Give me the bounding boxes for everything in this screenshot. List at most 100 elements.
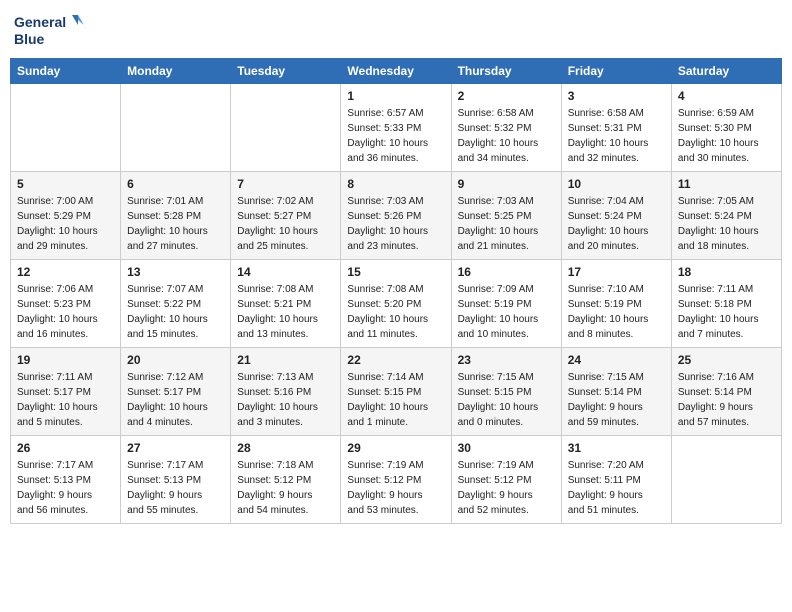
- calendar-cell: 30 Sunrise: 7:19 AM Sunset: 5:12 PM Dayli…: [451, 436, 561, 524]
- calendar-cell: 1 Sunrise: 6:57 AM Sunset: 5:33 PM Daylig…: [341, 84, 451, 172]
- logo: General Blue: [14, 10, 84, 50]
- day-number: 29: [347, 441, 444, 455]
- calendar-cell: 12Sunrise: 7:06 AM Sunset: 5:23 PM Dayli…: [11, 260, 121, 348]
- calendar-week-row: 5 Sunrise: 7:00 AM Sunset: 5:29 PM Daylig…: [11, 172, 782, 260]
- calendar-cell: 13 Sunrise: 7:07 AM Sunset: 5:22 PM Dayli…: [121, 260, 231, 348]
- page-header: General Blue: [10, 10, 782, 50]
- calendar-cell: [671, 436, 781, 524]
- calendar-cell: 3Sunrise: 6:58 AM Sunset: 5:31 PM Daylig…: [561, 84, 671, 172]
- calendar-week-row: 12Sunrise: 7:06 AM Sunset: 5:23 PM Dayli…: [11, 260, 782, 348]
- calendar-cell: 27 Sunrise: 7:17 AM Sunset: 5:13 PM Dayli…: [121, 436, 231, 524]
- day-info: Sunrise: 6:59 AM Sunset: 5:30 PM Dayligh…: [678, 106, 775, 166]
- day-number: 9: [458, 177, 555, 191]
- day-info: Sunrise: 7:00 AM Sunset: 5:29 PM Dayligh…: [17, 194, 114, 254]
- day-number: 13: [127, 265, 224, 279]
- day-info: Sunrise: 6:58 AM Sunset: 5:31 PM Dayligh…: [568, 106, 665, 166]
- calendar-cell: 25Sunrise: 7:16 AM Sunset: 5:14 PM Dayli…: [671, 348, 781, 436]
- day-number: 22: [347, 353, 444, 367]
- day-info: Sunrise: 7:14 AM Sunset: 5:15 PM Dayligh…: [347, 370, 444, 430]
- calendar-cell: 18 Sunrise: 7:11 AM Sunset: 5:18 PM Dayli…: [671, 260, 781, 348]
- day-number: 6: [127, 177, 224, 191]
- day-info: Sunrise: 6:58 AM Sunset: 5:32 PM Dayligh…: [458, 106, 555, 166]
- day-info: Sunrise: 7:06 AM Sunset: 5:23 PM Dayligh…: [17, 282, 114, 342]
- day-number: 5: [17, 177, 114, 191]
- day-number: 28: [237, 441, 334, 455]
- calendar-cell: 5 Sunrise: 7:00 AM Sunset: 5:29 PM Daylig…: [11, 172, 121, 260]
- day-info: Sunrise: 7:10 AM Sunset: 5:19 PM Dayligh…: [568, 282, 665, 342]
- day-number: 17: [568, 265, 665, 279]
- calendar-cell: 14Sunrise: 7:08 AM Sunset: 5:21 PM Dayli…: [231, 260, 341, 348]
- calendar-week-row: 26 Sunrise: 7:17 AM Sunset: 5:13 PM Dayli…: [11, 436, 782, 524]
- day-number: 1: [347, 89, 444, 103]
- weekday-header: Saturday: [671, 59, 781, 84]
- day-number: 27: [127, 441, 224, 455]
- calendar-cell: 23 Sunrise: 7:15 AM Sunset: 5:15 PM Dayli…: [451, 348, 561, 436]
- weekday-header: Tuesday: [231, 59, 341, 84]
- day-info: Sunrise: 7:13 AM Sunset: 5:16 PM Dayligh…: [237, 370, 334, 430]
- calendar-cell: [121, 84, 231, 172]
- calendar-cell: 31 Sunrise: 7:20 AM Sunset: 5:11 PM Dayli…: [561, 436, 671, 524]
- calendar-cell: 17 Sunrise: 7:10 AM Sunset: 5:19 PM Dayli…: [561, 260, 671, 348]
- day-info: Sunrise: 7:05 AM Sunset: 5:24 PM Dayligh…: [678, 194, 775, 254]
- day-info: Sunrise: 7:11 AM Sunset: 5:17 PM Dayligh…: [17, 370, 114, 430]
- day-info: Sunrise: 7:15 AM Sunset: 5:14 PM Dayligh…: [568, 370, 665, 430]
- day-info: Sunrise: 7:17 AM Sunset: 5:13 PM Dayligh…: [17, 458, 114, 518]
- day-number: 18: [678, 265, 775, 279]
- day-info: Sunrise: 7:11 AM Sunset: 5:18 PM Dayligh…: [678, 282, 775, 342]
- calendar-cell: 21Sunrise: 7:13 AM Sunset: 5:16 PM Dayli…: [231, 348, 341, 436]
- day-info: Sunrise: 7:08 AM Sunset: 5:20 PM Dayligh…: [347, 282, 444, 342]
- calendar-table: SundayMondayTuesdayWednesdayThursdayFrid…: [10, 58, 782, 524]
- calendar-cell: 6Sunrise: 7:01 AM Sunset: 5:28 PM Daylig…: [121, 172, 231, 260]
- calendar-cell: 24 Sunrise: 7:15 AM Sunset: 5:14 PM Dayli…: [561, 348, 671, 436]
- day-info: Sunrise: 7:09 AM Sunset: 5:19 PM Dayligh…: [458, 282, 555, 342]
- weekday-header: Sunday: [11, 59, 121, 84]
- calendar-cell: [231, 84, 341, 172]
- weekday-header: Wednesday: [341, 59, 451, 84]
- calendar-cell: 29 Sunrise: 7:19 AM Sunset: 5:12 PM Dayli…: [341, 436, 451, 524]
- day-number: 30: [458, 441, 555, 455]
- calendar-week-row: 19 Sunrise: 7:11 AM Sunset: 5:17 PM Dayli…: [11, 348, 782, 436]
- day-info: Sunrise: 6:57 AM Sunset: 5:33 PM Dayligh…: [347, 106, 444, 166]
- day-number: 11: [678, 177, 775, 191]
- day-info: Sunrise: 7:03 AM Sunset: 5:25 PM Dayligh…: [458, 194, 555, 254]
- weekday-header-row: SundayMondayTuesdayWednesdayThursdayFrid…: [11, 59, 782, 84]
- calendar-cell: 20Sunrise: 7:12 AM Sunset: 5:17 PM Dayli…: [121, 348, 231, 436]
- calendar-cell: 4 Sunrise: 6:59 AM Sunset: 5:30 PM Daylig…: [671, 84, 781, 172]
- calendar-cell: 22 Sunrise: 7:14 AM Sunset: 5:15 PM Dayli…: [341, 348, 451, 436]
- calendar-cell: 26 Sunrise: 7:17 AM Sunset: 5:13 PM Dayli…: [11, 436, 121, 524]
- logo-svg: General Blue: [14, 10, 84, 50]
- day-number: 2: [458, 89, 555, 103]
- weekday-header: Friday: [561, 59, 671, 84]
- day-info: Sunrise: 7:20 AM Sunset: 5:11 PM Dayligh…: [568, 458, 665, 518]
- day-number: 10: [568, 177, 665, 191]
- day-number: 20: [127, 353, 224, 367]
- day-info: Sunrise: 7:17 AM Sunset: 5:13 PM Dayligh…: [127, 458, 224, 518]
- day-number: 26: [17, 441, 114, 455]
- svg-text:General: General: [14, 14, 66, 30]
- calendar-cell: 9 Sunrise: 7:03 AM Sunset: 5:25 PM Daylig…: [451, 172, 561, 260]
- day-number: 4: [678, 89, 775, 103]
- calendar-cell: 28 Sunrise: 7:18 AM Sunset: 5:12 PM Dayli…: [231, 436, 341, 524]
- calendar-cell: 16 Sunrise: 7:09 AM Sunset: 5:19 PM Dayli…: [451, 260, 561, 348]
- calendar-cell: 10 Sunrise: 7:04 AM Sunset: 5:24 PM Dayli…: [561, 172, 671, 260]
- calendar-cell: [11, 84, 121, 172]
- day-number: 16: [458, 265, 555, 279]
- day-info: Sunrise: 7:19 AM Sunset: 5:12 PM Dayligh…: [347, 458, 444, 518]
- day-number: 15: [347, 265, 444, 279]
- calendar-week-row: 1 Sunrise: 6:57 AM Sunset: 5:33 PM Daylig…: [11, 84, 782, 172]
- day-info: Sunrise: 7:07 AM Sunset: 5:22 PM Dayligh…: [127, 282, 224, 342]
- day-number: 25: [678, 353, 775, 367]
- day-number: 23: [458, 353, 555, 367]
- weekday-header: Thursday: [451, 59, 561, 84]
- svg-text:Blue: Blue: [14, 31, 45, 47]
- day-info: Sunrise: 7:15 AM Sunset: 5:15 PM Dayligh…: [458, 370, 555, 430]
- day-number: 24: [568, 353, 665, 367]
- day-info: Sunrise: 7:04 AM Sunset: 5:24 PM Dayligh…: [568, 194, 665, 254]
- day-info: Sunrise: 7:18 AM Sunset: 5:12 PM Dayligh…: [237, 458, 334, 518]
- day-info: Sunrise: 7:03 AM Sunset: 5:26 PM Dayligh…: [347, 194, 444, 254]
- day-number: 8: [347, 177, 444, 191]
- day-number: 19: [17, 353, 114, 367]
- day-info: Sunrise: 7:19 AM Sunset: 5:12 PM Dayligh…: [458, 458, 555, 518]
- day-number: 31: [568, 441, 665, 455]
- weekday-header: Monday: [121, 59, 231, 84]
